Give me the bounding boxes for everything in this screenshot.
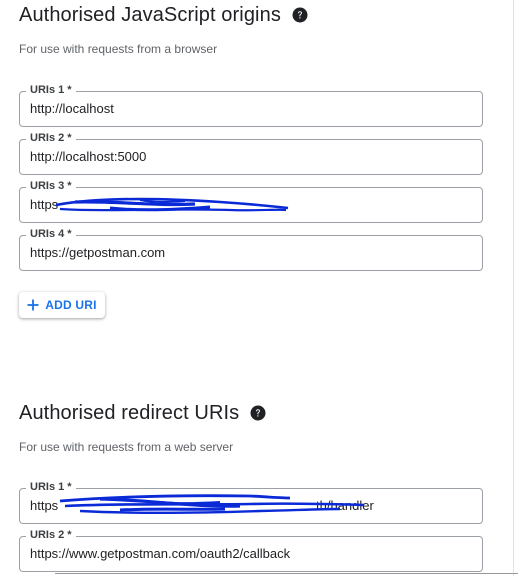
add-uri-label: ADD URI (45, 298, 97, 312)
redirect-uri-1-label: URIs 1 * (26, 480, 76, 494)
redirect-uris-section: Authorised redirect URIs For use with re… (19, 398, 489, 572)
question-circle-icon[interactable] (250, 405, 266, 421)
origin-uri-3-field[interactable]: URIs 3 * https (19, 179, 483, 223)
redirect-uri-2-value: https://www.getpostman.com/oauth2/callba… (30, 546, 291, 561)
redirect-uri-1-value: https (30, 498, 59, 513)
origin-uri-1-label: URIs 1 * (26, 83, 76, 97)
question-circle-icon[interactable] (292, 7, 308, 23)
redirect-uris-title: Authorised redirect URIs (19, 401, 240, 424)
origin-uri-3-value: https (30, 197, 59, 212)
add-uri-button[interactable]: ADD URI (19, 292, 105, 318)
javascript-origins-subtitle: For use with requests from a browser (19, 42, 218, 56)
origin-uri-1-value: http://localhost (30, 101, 114, 116)
javascript-origins-section: Authorised JavaScript origins For use wi… (19, 0, 489, 318)
redirect-uris-header: Authorised redirect URIs (19, 398, 489, 428)
origin-uri-2-field[interactable]: URIs 2 * http://localhost:5000 (19, 131, 483, 175)
javascript-origins-header: Authorised JavaScript origins (19, 0, 489, 30)
javascript-origins-title: Authorised JavaScript origins (19, 3, 281, 26)
redirect-uri-2-label: URIs 2 * (26, 528, 76, 542)
origin-uri-2-label: URIs 2 * (26, 131, 76, 145)
origin-uri-4-field[interactable]: URIs 4 * https://getpostman.com (19, 227, 483, 271)
page-divider-bottom (55, 573, 518, 574)
origin-uri-4-label: URIs 4 * (26, 227, 76, 241)
plus-icon (27, 299, 39, 311)
origin-uri-3-label: URIs 3 * (26, 179, 76, 193)
origin-uri-1-field[interactable]: URIs 1 * http://localhost (19, 83, 483, 127)
redirect-uri-1-value-tail: th/handler (316, 498, 374, 513)
page-divider-right (513, 0, 514, 576)
origin-uri-4-value: https://getpostman.com (30, 245, 166, 260)
redirect-uri-2-field[interactable]: URIs 2 * https://www.getpostman.com/oaut… (19, 528, 483, 572)
origin-uri-2-value: http://localhost:5000 (30, 149, 147, 164)
redaction-scribble (55, 197, 289, 212)
redirect-uri-1-field[interactable]: URIs 1 * https th/handler (19, 480, 483, 524)
redirect-uris-subtitle: For use with requests from a web server (19, 440, 234, 454)
